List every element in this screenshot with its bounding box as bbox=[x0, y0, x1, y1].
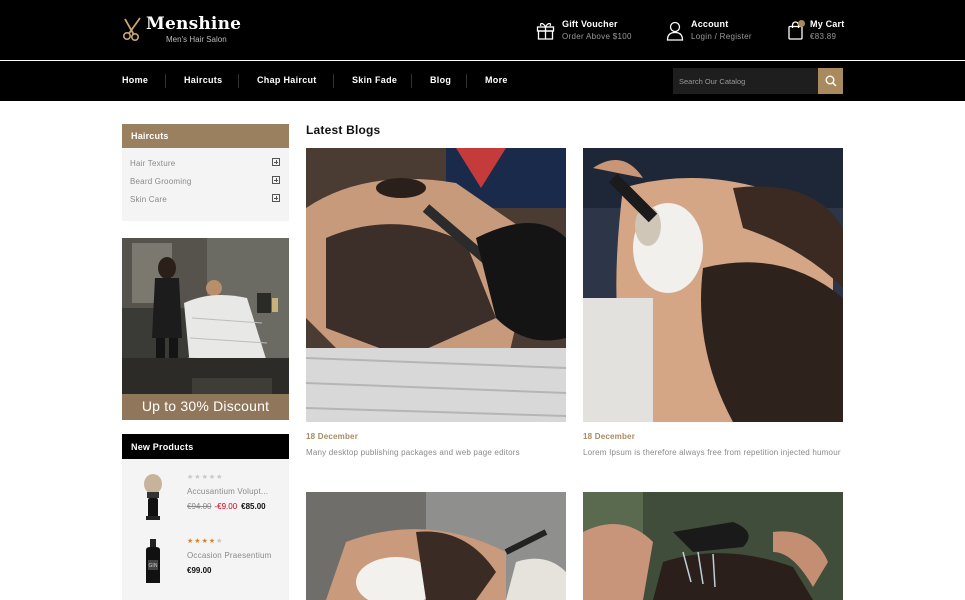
cart-total: €83.89 bbox=[810, 32, 837, 41]
category-hair-texture[interactable]: Hair Texture bbox=[130, 159, 175, 168]
nav-divider bbox=[333, 74, 334, 88]
product-price: €99.00 bbox=[187, 566, 211, 575]
blog-post-image[interactable] bbox=[583, 148, 843, 422]
blog-post-image[interactable] bbox=[306, 492, 566, 600]
discount-amount: -€9.00 bbox=[214, 502, 238, 511]
nav-item-chap-haircut[interactable]: Chap Haircut bbox=[257, 75, 317, 85]
search-input[interactable]: Search Our Catalog bbox=[673, 68, 818, 94]
current-price: €99.00 bbox=[187, 566, 212, 575]
expand-plus-icon[interactable] bbox=[272, 194, 280, 202]
category-beard-grooming[interactable]: Beard Grooming bbox=[130, 177, 192, 186]
star-filled-icon: ★ bbox=[201, 538, 209, 545]
new-products-heading: New Products bbox=[122, 434, 289, 459]
current-price: €85.00 bbox=[241, 502, 266, 511]
rating-stars: ★★★★★ bbox=[187, 474, 223, 481]
brand-tagline: Men's Hair Salon bbox=[166, 35, 227, 44]
product-item[interactable]: ★★★★★ Accusantium Volupt... €94.00 -€9.00… bbox=[122, 472, 289, 532]
login-register-link[interactable]: Login / Register bbox=[691, 31, 752, 43]
gift-voucher[interactable]: Gift Voucher Order Above $100 bbox=[536, 18, 632, 43]
product-name[interactable]: Accusantium Volupt... bbox=[187, 487, 268, 496]
search-icon bbox=[825, 75, 837, 87]
blog-post-excerpt[interactable]: Lorem Ipsum is therefore always free fro… bbox=[583, 447, 843, 459]
category-list: Hair Texture Beard Grooming Skin Care bbox=[122, 148, 289, 221]
shaving-brush-image bbox=[144, 474, 162, 520]
category-skin-care[interactable]: Skin Care bbox=[130, 195, 167, 204]
search-button[interactable] bbox=[818, 68, 843, 94]
gift-voucher-sub: Order Above $100 bbox=[562, 32, 632, 41]
expand-plus-icon[interactable] bbox=[272, 158, 280, 166]
star-empty-icon: ★ bbox=[194, 474, 202, 481]
nav-divider bbox=[411, 74, 412, 88]
nav-item-home[interactable]: Home bbox=[122, 75, 148, 85]
user-icon bbox=[666, 21, 684, 41]
product-item[interactable]: GIN ★★★★★ Occasion Praesentium €99.00 bbox=[122, 536, 289, 596]
top-header: Menshine Men's Hair Salon Gift Voucher O… bbox=[0, 0, 965, 60]
brand-logo[interactable]: Menshine Men's Hair Salon bbox=[122, 14, 241, 44]
nav-divider bbox=[238, 74, 239, 88]
blog-post-image[interactable] bbox=[583, 492, 843, 600]
star-empty-icon: ★ bbox=[216, 538, 224, 545]
blog-post-date: 18 December bbox=[583, 432, 636, 441]
product-price: €94.00 -€9.00 €85.00 bbox=[187, 502, 266, 511]
gift-icon bbox=[536, 22, 555, 40]
nav-item-blog[interactable]: Blog bbox=[430, 75, 451, 85]
shaving-foam-photo bbox=[306, 492, 566, 600]
blog-post-date: 18 December bbox=[306, 432, 359, 441]
old-price: €94.00 bbox=[187, 502, 212, 511]
star-empty-icon: ★ bbox=[201, 474, 209, 481]
star-filled-icon: ★ bbox=[194, 538, 202, 545]
barber-razor-photo bbox=[306, 148, 566, 422]
account-link[interactable]: Account Login / Register bbox=[666, 18, 752, 43]
nav-item-haircuts[interactable]: Haircuts bbox=[184, 75, 222, 85]
expand-plus-icon[interactable] bbox=[272, 176, 280, 184]
account-title: Account bbox=[691, 19, 729, 29]
discount-banner[interactable]: Up to 30% Discount bbox=[122, 238, 289, 420]
nav-item-more[interactable]: More bbox=[485, 75, 508, 85]
scissors-logo-icon bbox=[122, 17, 141, 41]
barbershop-photo bbox=[122, 238, 289, 420]
nav-item-skin-fade[interactable]: Skin Fade bbox=[352, 75, 397, 85]
gin-bottle-image: GIN bbox=[146, 539, 160, 583]
product-rating: ★★★★★ bbox=[187, 473, 223, 481]
new-products-list: ★★★★★ Accusantium Volupt... €94.00 -€9.00… bbox=[122, 459, 289, 600]
discount-banner-text: Up to 30% Discount bbox=[122, 394, 289, 420]
cart-count-badge bbox=[798, 20, 805, 27]
brand-name: Menshine bbox=[146, 14, 242, 34]
cart-icon-wrap bbox=[788, 20, 805, 40]
gin-label-text: GIN bbox=[149, 563, 158, 569]
rating-stars: ★★★★★ bbox=[187, 538, 223, 545]
star-empty-icon: ★ bbox=[216, 474, 224, 481]
blog-post-excerpt[interactable]: Many desktop publishing packages and web… bbox=[306, 447, 566, 459]
gift-voucher-title: Gift Voucher bbox=[562, 19, 618, 29]
blog-post-image[interactable] bbox=[306, 148, 566, 422]
categories-heading: Haircuts bbox=[122, 124, 289, 148]
nav-divider bbox=[165, 74, 166, 88]
cart-link[interactable]: My Cart €83.89 bbox=[788, 18, 844, 43]
hair-washing-photo bbox=[583, 492, 843, 600]
product-name[interactable]: Occasion Praesentium bbox=[187, 551, 271, 560]
cart-title: My Cart bbox=[810, 19, 845, 29]
shaving-brush-photo bbox=[583, 148, 843, 422]
product-rating: ★★★★★ bbox=[187, 537, 223, 545]
latest-blogs-title: Latest Blogs bbox=[306, 123, 381, 137]
nav-divider bbox=[466, 74, 467, 88]
